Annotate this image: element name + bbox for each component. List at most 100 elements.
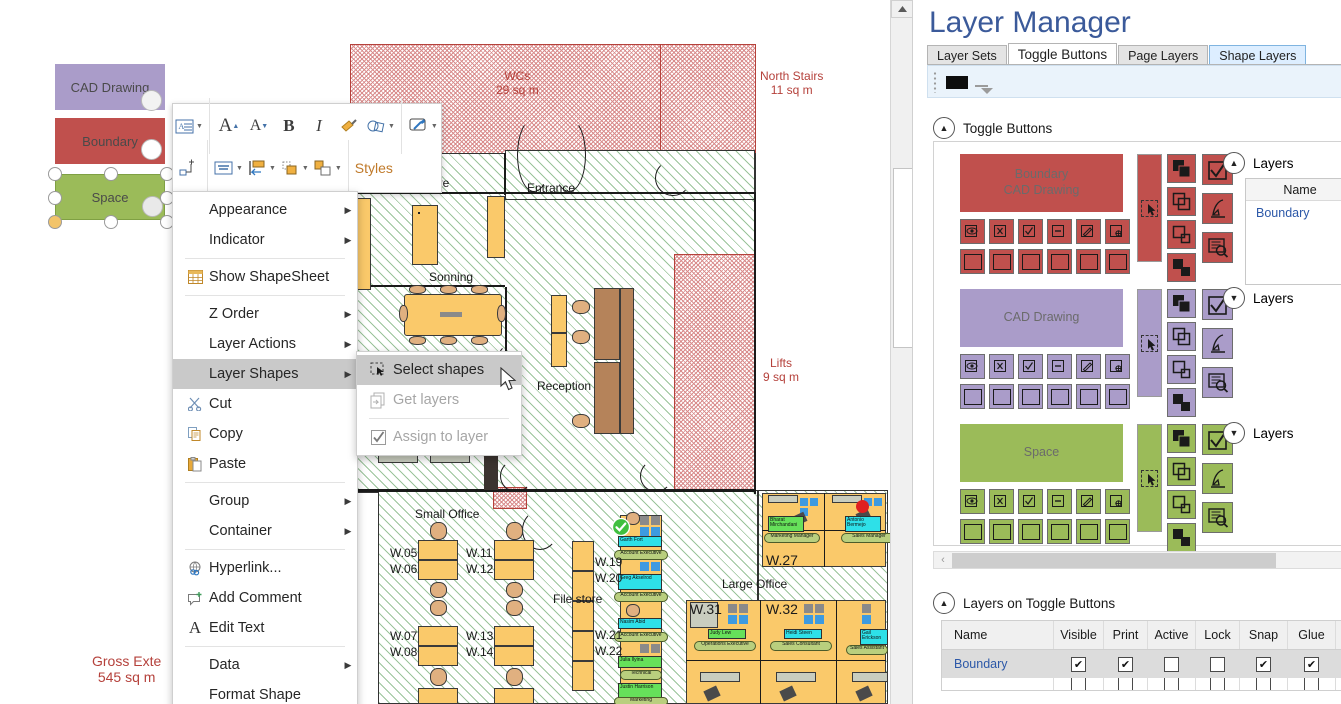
highlighter-icon[interactable] xyxy=(1202,328,1233,359)
find-layer-icon[interactable] xyxy=(1202,502,1233,533)
blank-square-icon[interactable] xyxy=(1105,249,1130,274)
scroll-left-icon[interactable]: ‹ xyxy=(934,554,952,566)
chevron-down-icon[interactable]: ▼ xyxy=(1223,422,1245,444)
visible-eye-icon[interactable] xyxy=(960,354,985,379)
settings-gear-icon[interactable] xyxy=(1105,489,1130,514)
menu-item-add-comment[interactable]: Add Comment xyxy=(173,583,357,613)
chevron-up-icon[interactable]: ▲ xyxy=(1223,152,1245,174)
blank-square-icon[interactable] xyxy=(1047,249,1072,274)
send-to-back-icon[interactable] xyxy=(1167,253,1196,282)
tab-page-layers[interactable]: Page Layers xyxy=(1118,45,1209,65)
checkbox-print[interactable]: ✔ xyxy=(1118,656,1133,672)
blank-square-icon[interactable] xyxy=(1076,249,1101,274)
menu-item-appearance[interactable]: Appearance ▶ xyxy=(173,195,357,225)
mini-format-toolbar[interactable]: A ▼ A ▲ A ▼ B I ▼ ▼ ▼ ▼ ▼ ▼ Styles xyxy=(172,98,442,196)
submenu-item-select-shapes[interactable]: Select shapes xyxy=(357,355,521,385)
context-menu[interactable]: Appearance ▶ Indicator ▶ Show ShapeSheet… xyxy=(172,191,358,704)
checkbox-active[interactable] xyxy=(1164,678,1179,690)
checkbox-print[interactable] xyxy=(1118,678,1133,690)
menu-item-cut[interactable]: Cut xyxy=(173,389,357,419)
menu-item-group[interactable]: Group ▶ xyxy=(173,486,357,516)
highlighter-icon[interactable] xyxy=(1202,193,1233,224)
layers-table-row[interactable]: Boundary xyxy=(1246,201,1341,225)
toggle-big-button-boundary[interactable]: Boundary CAD Drawing xyxy=(960,154,1123,212)
toggle-big-button-space[interactable]: Space xyxy=(960,424,1123,482)
chevron-down-icon[interactable] xyxy=(981,88,993,94)
bring-to-front-icon[interactable] xyxy=(1167,424,1196,453)
toggle-icon-row-2[interactable] xyxy=(960,384,1130,409)
align-text-icon[interactable]: ▼ xyxy=(212,153,245,183)
toggle-icon-row-1[interactable] xyxy=(960,489,1130,514)
grow-font-icon[interactable]: A ▲ xyxy=(214,111,244,141)
menu-item-layer-actions[interactable]: Layer Actions ▶ xyxy=(173,329,357,359)
italic-icon[interactable]: I xyxy=(304,111,334,141)
chevron-down-icon[interactable]: ▼ xyxy=(1223,287,1245,309)
find-layer-icon[interactable] xyxy=(1202,232,1233,263)
send-backward-icon[interactable] xyxy=(1167,490,1196,519)
send-backward-icon[interactable] xyxy=(1167,355,1196,384)
canvas-shape-boundary[interactable]: Boundary xyxy=(55,118,165,164)
canvas-shape-cad-drawing[interactable]: CAD Drawing xyxy=(55,64,165,111)
selection-handle[interactable] xyxy=(104,167,118,181)
menu-item-layer-shapes[interactable]: Layer Shapes ▶ xyxy=(173,359,357,389)
hide-x-icon[interactable] xyxy=(989,489,1014,514)
select-shapes-icon[interactable] xyxy=(1141,470,1158,487)
toggle-knob[interactable] xyxy=(141,90,162,111)
scroll-up-button[interactable] xyxy=(891,0,913,18)
minus-icon[interactable] xyxy=(1047,489,1072,514)
table-row[interactable] xyxy=(942,678,1341,690)
text-style-icon[interactable]: A ▼ xyxy=(173,111,205,141)
selection-handle[interactable] xyxy=(104,215,118,229)
menu-item-copy[interactable]: Copy xyxy=(173,419,357,449)
line-style-icon[interactable]: ▼ xyxy=(406,111,440,141)
blank-square-icon[interactable] xyxy=(1076,519,1101,544)
checkbox-glue[interactable]: ✔ xyxy=(1304,656,1319,672)
toggle-knob[interactable] xyxy=(141,139,162,160)
menu-item-data[interactable]: Data ▶ xyxy=(173,650,357,680)
bring-forward-icon[interactable]: ▼ xyxy=(278,153,311,183)
edit-pencil-icon[interactable] xyxy=(1076,489,1101,514)
panel-horizontal-scrollbar[interactable]: ‹ xyxy=(933,551,1341,569)
tab-shape-layers[interactable]: Shape Layers xyxy=(1209,45,1307,65)
menu-item-hyperlink[interactable]: Hyperlink... xyxy=(173,553,357,583)
toggle-shape-ops-column[interactable] xyxy=(1167,289,1196,417)
edit-pencil-icon[interactable] xyxy=(1076,354,1101,379)
connector-icon[interactable] xyxy=(173,153,203,183)
scrollbar-thumb[interactable] xyxy=(893,168,913,348)
minus-icon[interactable] xyxy=(1047,354,1072,379)
section-header-layers-on-toggle-buttons[interactable]: ▲ Layers on Toggle Buttons xyxy=(933,592,1115,614)
rotation-handle[interactable] xyxy=(48,215,62,229)
duplicate-icon[interactable] xyxy=(1167,457,1196,486)
blank-square-icon[interactable] xyxy=(989,249,1014,274)
chevron-up-icon[interactable]: ▲ xyxy=(933,592,955,614)
find-layer-icon[interactable] xyxy=(1202,367,1233,398)
send-backward-icon[interactable] xyxy=(1167,220,1196,249)
layers-grid[interactable]: Name Visible Print Active Lock Snap Glue… xyxy=(941,620,1341,691)
toggle-shape-ops-column[interactable] xyxy=(1167,424,1196,552)
scrollbar-thumb[interactable] xyxy=(952,553,1276,568)
blank-square-icon[interactable] xyxy=(1018,519,1043,544)
hide-x-icon[interactable] xyxy=(989,219,1014,244)
toggle-icon-row-1[interactable] xyxy=(960,219,1130,244)
blank-square-icon[interactable] xyxy=(960,249,985,274)
bring-to-front-icon[interactable] xyxy=(1167,289,1196,318)
blank-square-icon[interactable] xyxy=(960,384,985,409)
checkbox-visible[interactable]: ✔ xyxy=(1071,656,1086,672)
toggle-icon-row-1[interactable] xyxy=(960,354,1130,379)
styles-label[interactable]: Styles xyxy=(353,153,395,183)
format-painter-icon[interactable] xyxy=(334,111,364,141)
menu-item-edit-text[interactable]: A Edit Text xyxy=(173,613,357,643)
hide-x-icon[interactable] xyxy=(989,354,1014,379)
chevron-up-icon[interactable]: ▲ xyxy=(933,117,955,139)
shrink-font-icon[interactable]: A ▼ xyxy=(244,111,274,141)
tab-toggle-buttons[interactable]: Toggle Buttons xyxy=(1007,43,1118,65)
tab-bar[interactable]: Layer Sets Toggle Buttons Page Layers Sh… xyxy=(927,43,1307,65)
menu-item-indicator[interactable]: Indicator ▶ xyxy=(173,225,357,255)
selection-handle[interactable] xyxy=(48,191,62,205)
checkbox-lock[interactable] xyxy=(1210,678,1225,690)
checkbox-glue[interactable] xyxy=(1304,678,1319,690)
toggle-icon-row-2[interactable] xyxy=(960,249,1130,274)
checkbox-active[interactable] xyxy=(1164,656,1179,672)
position-icon[interactable]: ▼ xyxy=(245,153,278,183)
menu-item-show-shapesheet[interactable]: Show ShapeSheet xyxy=(173,262,357,292)
